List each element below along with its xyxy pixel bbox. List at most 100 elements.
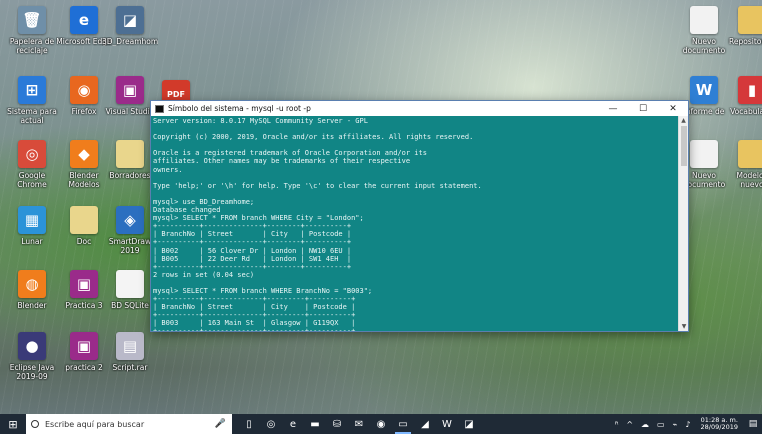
winrar-icon: ▣ <box>70 332 98 360</box>
console-line: +----------+--------------+---------+---… <box>153 295 356 304</box>
cmd-icon[interactable]: ▭ <box>392 414 414 434</box>
desktop-icon-label: 3D_Dreamhome <box>102 37 158 46</box>
start-button[interactable]: ⊞ <box>0 414 26 434</box>
desktop-icon[interactable]: ▣ practica 2 <box>58 332 110 392</box>
taskbar: ⊞ Escribe aquí para buscar 🎤 ▯ ◎ e ▬ ⛁ ✉ ◉ ▭ ◢ W ◪… <box>0 414 762 434</box>
desktop-icon-label: Vocabulario <box>730 107 762 116</box>
desktop-icon[interactable]: ⊞ Sistema para actual <box>6 76 58 136</box>
desktop-icon[interactable]: Borradores <box>104 140 156 200</box>
clock-date: 28/09/2019 <box>700 423 738 431</box>
notification-center-icon[interactable]: ▤ <box>744 419 762 429</box>
close-button[interactable]: ✕ <box>658 104 688 114</box>
desktop-icon[interactable]: Modelos nuevo <box>726 140 762 200</box>
app-icon[interactable]: ◪ <box>458 414 480 434</box>
edge-icon[interactable]: e <box>282 414 304 434</box>
store-icon[interactable]: ⛁ <box>326 414 348 434</box>
maximize-button[interactable]: ☐ <box>628 104 658 114</box>
desktop-icon[interactable]: ▤ Script.rar <box>104 332 156 392</box>
tray-icon[interactable]: ♪ <box>685 420 690 429</box>
recycle-bin-icon: 🗑 <box>18 6 46 34</box>
scroll-up-icon[interactable]: ▲ <box>679 116 688 125</box>
desktop-icon[interactable]: ◪ 3D_Dreamhome <box>102 6 158 66</box>
desktop-icon[interactable]: ◉ Firefox <box>58 76 110 136</box>
console-line: Oracle is a registered trademark of Orac… <box>153 149 427 158</box>
console-line: +----------+--------------+--------+----… <box>153 222 352 231</box>
mail-icon[interactable]: ✉ <box>348 414 370 434</box>
console-line: 2 rows in set (0.04 sec) <box>153 270 255 279</box>
tray-icon[interactable]: ⌁ <box>673 420 678 429</box>
desktop-icon[interactable]: ◆ Blender Modelos <box>58 140 110 200</box>
desktop-icon[interactable]: e Microsoft Edge <box>56 6 112 66</box>
firefox-icon: ◉ <box>70 76 98 104</box>
scroll-down-icon[interactable]: ▼ <box>679 322 689 331</box>
task-view-icon[interactable]: ▯ <box>238 414 260 434</box>
console-line: mysql> SELECT * FROM branch WHERE Branch… <box>153 286 373 295</box>
desktop-icon[interactable]: ▦ Lunar <box>6 206 58 266</box>
desktop-icon[interactable]: Repositorios <box>726 6 762 66</box>
desktop-icon[interactable]: ▣ Practica 3 <box>58 270 110 330</box>
window-titlebar[interactable]: Símbolo del sistema - mysql -u root -p —… <box>151 101 688 116</box>
desktop-icon[interactable]: ▮ Vocabulario <box>726 76 762 136</box>
document-icon <box>690 6 718 34</box>
cmd-icon <box>155 104 164 113</box>
vertical-scrollbar[interactable]: ▲ ▼ <box>678 116 688 331</box>
taskbar-apps: ▯ ◎ e ▬ ⛁ ✉ ◉ ▭ ◢ W ◪ <box>238 414 480 434</box>
folder-icon <box>116 140 144 168</box>
tray-icon[interactable]: ▭ <box>657 420 665 429</box>
console-line: mysql> SELECT * FROM branch WHERE City =… <box>153 214 364 223</box>
app-icon[interactable]: ◢ <box>414 414 436 434</box>
window-title: Símbolo del sistema - mysql -u root -p <box>168 104 311 113</box>
file-explorer-icon[interactable]: ▬ <box>304 414 326 434</box>
windows-icon: ⊞ <box>18 76 46 104</box>
minimize-button[interactable]: — <box>598 104 628 114</box>
eclipse-icon: ● <box>18 332 46 360</box>
console-line: Type 'help;' or '\h' for help. Type '\c'… <box>153 181 482 190</box>
folder-icon <box>738 6 762 34</box>
tray-icon[interactable]: ^ <box>626 420 633 429</box>
scroll-thumb[interactable] <box>681 126 687 166</box>
tray-icon[interactable]: ☁ <box>641 420 649 429</box>
tray-icon[interactable]: ᴿ <box>615 420 619 429</box>
word-icon[interactable]: W <box>436 414 458 434</box>
chrome-icon[interactable]: ◎ <box>260 414 282 434</box>
console-output[interactable]: Server version: 8.0.17 MySQL Community S… <box>151 116 679 331</box>
console-line: Copyright (c) 2000, 2019, Oracle and/or … <box>153 133 474 142</box>
desktop-icon[interactable]: ▣ Visual Studio <box>104 76 156 136</box>
desktop-icon[interactable]: ◎ Google Chrome <box>6 140 58 200</box>
desktop-icon[interactable]: ◈ SmartDraw 2019 <box>104 206 156 266</box>
desktop-icon-label: Script.rar <box>112 363 148 372</box>
firefox-icon[interactable]: ◉ <box>370 414 392 434</box>
clock[interactable]: 01:28 a. m. 28/09/2019 <box>700 416 738 432</box>
console-line: | B005 | 22 Deer Rd | London | SW1 4EH | <box>153 254 352 263</box>
book-icon: ▮ <box>738 76 762 104</box>
console-line: | BranchNo | Street | City | Postcode | <box>153 230 352 239</box>
desktop-icon-label: Sistema para actual <box>7 107 57 125</box>
chrome-icon: ◎ <box>18 140 46 168</box>
console-line: +----------+--------------+---------+---… <box>153 311 356 320</box>
desktop-icon[interactable]: 🗑 Papelera de reciclaje <box>6 6 58 66</box>
console-line: affiliates. Other names may be trademark… <box>153 157 411 166</box>
app-icon: ▦ <box>18 206 46 234</box>
desktop-icon[interactable]: ● Eclipse Java 2019-09 <box>6 332 58 392</box>
word-icon: W <box>690 76 718 104</box>
document-icon <box>690 140 718 168</box>
desktop-icon-label: Repositorios <box>728 37 762 46</box>
taskbar-search[interactable]: Escribe aquí para buscar 🎤 <box>26 414 232 434</box>
search-placeholder: Escribe aquí para buscar <box>45 419 145 429</box>
microphone-icon[interactable]: 🎤 <box>215 419 226 429</box>
command-prompt-window[interactable]: Símbolo del sistema - mysql -u root -p —… <box>150 100 689 332</box>
desktop-icon-label: Modelos nuevo <box>736 171 762 189</box>
console-line: Database changed <box>153 206 221 215</box>
console-line: | B003 | 163 Main St | Glasgow | G119QX … <box>153 319 356 328</box>
desktop-icon[interactable]: ◍ Blender <box>6 270 58 330</box>
desktop-icon[interactable]: Doc <box>58 206 110 266</box>
winrar-icon: ▣ <box>70 270 98 298</box>
desktop-icon[interactable]: BD SQLite <box>104 270 156 330</box>
folder-shortcut-icon: ◪ <box>116 6 144 34</box>
desktop-icon[interactable]: Nuevo documento <box>678 6 730 66</box>
desktop-icon-label: Lunar <box>21 237 43 246</box>
